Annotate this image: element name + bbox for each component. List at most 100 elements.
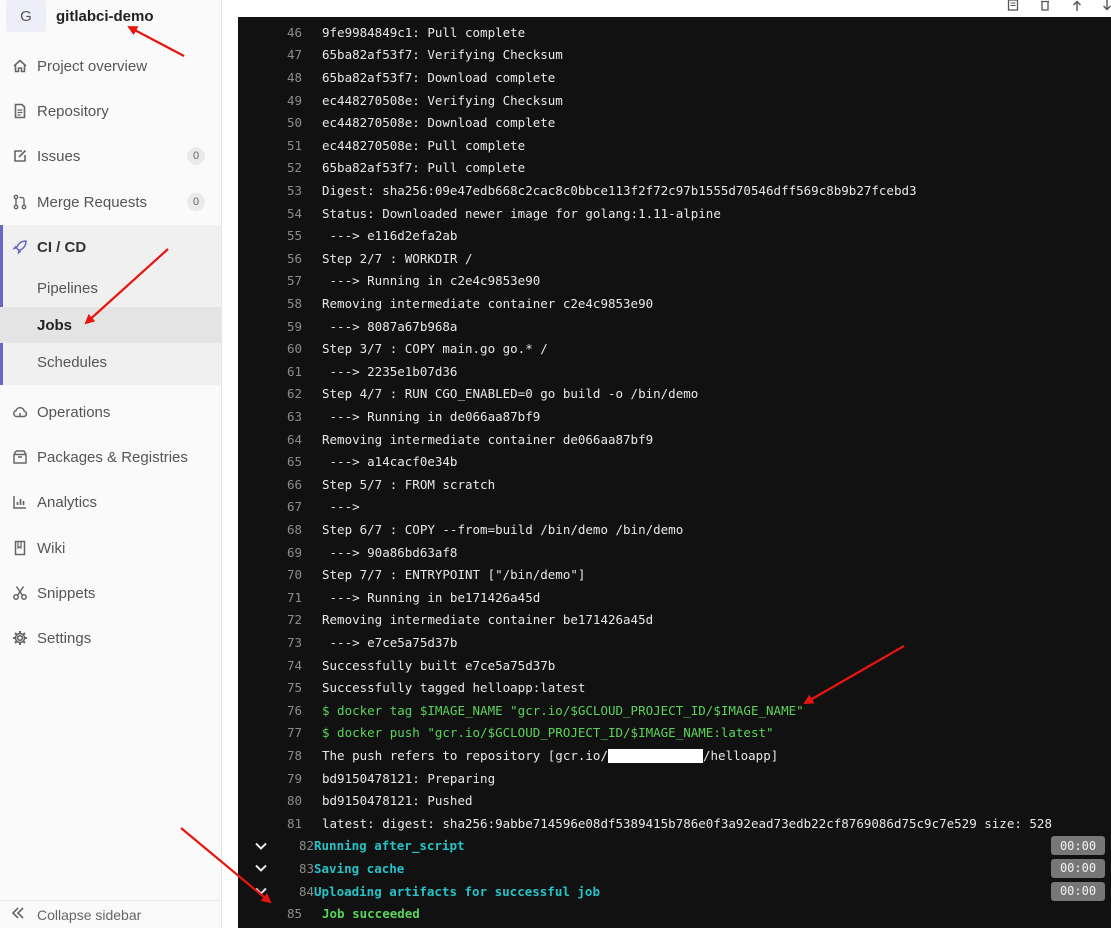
sidebar-item-repository[interactable]: Repository [0, 91, 221, 131]
log-line-number[interactable]: 69 [278, 545, 302, 560]
scroll-top-icon[interactable] [1070, 0, 1084, 12]
project-avatar[interactable]: G [6, 0, 46, 32]
sidebar-subitem-pipelines[interactable]: Pipelines [0, 270, 221, 306]
log-line-number[interactable]: 60 [278, 341, 302, 356]
log-line-text: ---> a14cacf0e34b [322, 454, 458, 470]
log-line-number[interactable]: 65 [278, 454, 302, 469]
log-section-header[interactable]: 83 Saving cache 00:00 [238, 857, 1111, 880]
sidebar-item-label: Snippets [37, 584, 96, 602]
sidebar-item-wiki[interactable]: Wiki [0, 528, 221, 568]
scroll-bottom-icon[interactable] [1100, 0, 1111, 12]
sidebar-item-analytics[interactable]: Analytics [0, 482, 221, 522]
log-line: 62 Step 4/7 : RUN CGO_ENABLED=0 go build … [238, 383, 1111, 406]
log-line: 50 ec448270508e: Download complete [238, 111, 1111, 134]
log-line-number[interactable]: 57 [278, 273, 302, 288]
log-line-number[interactable]: 67 [278, 499, 302, 514]
log-line-text: ---> Running in de066aa87bf9 [322, 408, 541, 424]
log-line-number[interactable]: 61 [278, 364, 302, 379]
sidebar-item-label: Settings [37, 629, 92, 647]
chevron-down-icon[interactable] [254, 861, 268, 875]
redacted-project-id [607, 749, 703, 764]
log-line: 58 Removing intermediate container c2e4c9… [238, 292, 1111, 315]
log-line-number[interactable]: 55 [278, 228, 302, 243]
log-line-number[interactable]: 75 [278, 680, 302, 695]
log-line-text: Removing intermediate container be171426… [322, 612, 654, 628]
log-line-number[interactable]: 58 [278, 296, 302, 311]
log-line-number[interactable]: 84 [290, 884, 314, 899]
log-line-number[interactable]: 50 [278, 115, 302, 130]
sidebar-item-label: Operations [37, 403, 111, 421]
log-line-number[interactable]: 79 [278, 771, 302, 786]
log-line-number[interactable]: 49 [278, 93, 302, 108]
log-line-text: Removing intermediate container de066aa8… [322, 431, 654, 447]
log-line-number[interactable]: 56 [278, 251, 302, 266]
sidebar-subitem-jobs[interactable]: Jobs [0, 307, 221, 343]
log-line-number[interactable]: 77 [278, 725, 302, 740]
sidebar-item-packages-registries[interactable]: Packages & Registries [0, 437, 221, 477]
log-line-number[interactable]: 51 [278, 138, 302, 153]
log-line-number[interactable]: 72 [278, 612, 302, 627]
sidebar-subitem-schedules[interactable]: Schedules [0, 344, 221, 380]
collapse-sidebar-button[interactable]: Collapse sidebar [0, 900, 221, 928]
log-line: 55 ---> e116d2efa2ab [238, 224, 1111, 247]
sidebar-item-label: Issues [37, 147, 81, 165]
sidebar-item-operations[interactable]: Operations [0, 392, 221, 432]
chart-icon [11, 493, 29, 511]
sidebar-item-ci-cd[interactable]: CI / CD [0, 227, 221, 267]
log-line-number[interactable]: 80 [278, 793, 302, 808]
log-line-number[interactable]: 52 [278, 160, 302, 175]
log-line-number[interactable]: 85 [278, 906, 302, 921]
chevron-down-icon[interactable] [254, 884, 268, 898]
log-line-text: $ docker push "gcr.io/$GCLOUD_PROJECT_ID… [322, 725, 774, 741]
log-line-number[interactable]: 82 [290, 838, 314, 853]
log-line-number[interactable]: 63 [278, 409, 302, 424]
log-line: 54 Status: Downloaded newer image for gol… [238, 202, 1111, 225]
log-line-number[interactable]: 74 [278, 658, 302, 673]
document-icon [11, 102, 29, 120]
section-duration-badge: 00:00 [1051, 881, 1105, 901]
log-line-number[interactable]: 46 [278, 25, 302, 40]
log-line: 67 ---> [238, 496, 1111, 519]
log-line-text: Step 4/7 : RUN CGO_ENABLED=0 go build -o… [322, 386, 699, 402]
log-line-number[interactable]: 66 [278, 477, 302, 492]
sidebar-item-issues[interactable]: Issues 0 [0, 136, 221, 176]
log-line-text: 65ba82af53f7: Pull complete [322, 160, 526, 176]
log-line-number[interactable]: 48 [278, 70, 302, 85]
sidebar-item-merge-requests[interactable]: Merge Requests 0 [0, 182, 221, 222]
log-line-number[interactable]: 70 [278, 567, 302, 582]
log-line-number[interactable]: 73 [278, 635, 302, 650]
log-line-number[interactable]: 59 [278, 319, 302, 334]
log-line-number[interactable]: 64 [278, 432, 302, 447]
log-line-number[interactable]: 81 [278, 816, 302, 831]
project-header[interactable]: G gitlabci-demo [6, 0, 216, 32]
log-line-text: ---> Running in c2e4c9853e90 [322, 273, 541, 289]
log-line: 46 9fe9984849c1: Pull complete [238, 21, 1111, 44]
log-line-text: Status: Downloaded newer image for golan… [322, 205, 721, 221]
log-line-number[interactable]: 53 [278, 183, 302, 198]
sidebar-item-label: Project overview [37, 57, 148, 75]
sidebar-item-project-overview[interactable]: Project overview [0, 46, 221, 86]
project-name[interactable]: gitlabci-demo [56, 8, 154, 25]
sidebar-item-settings[interactable]: Settings [0, 618, 221, 658]
log-section-header[interactable]: 82 Running after_script 00:00 [238, 835, 1111, 858]
section-duration-badge: 00:00 [1051, 858, 1105, 878]
erase-log-icon[interactable] [1038, 0, 1052, 12]
log-line-number[interactable]: 68 [278, 522, 302, 537]
sidebar-item-snippets[interactable]: Snippets [0, 573, 221, 613]
log-line-text: 9fe9984849c1: Pull complete [322, 24, 526, 40]
log-line-number[interactable]: 76 [278, 703, 302, 718]
log-line-number[interactable]: 71 [278, 590, 302, 605]
log-section-header[interactable]: 84 Uploading artifacts for successful job… [238, 880, 1111, 903]
chevron-down-icon[interactable] [254, 839, 268, 853]
log-line-number[interactable]: 54 [278, 206, 302, 221]
log-line-text: ---> 8087a67b968a [322, 318, 458, 334]
log-line-text: bd9150478121: Pushed [322, 793, 473, 809]
raw-log-icon[interactable] [1006, 0, 1020, 12]
log-line-text: The push refers to repository [gcr.io//h… [322, 747, 779, 764]
log-line-number[interactable]: 83 [290, 861, 314, 876]
log-line-number[interactable]: 47 [278, 47, 302, 62]
log-line-number[interactable]: 62 [278, 386, 302, 401]
log-line: 61 ---> 2235e1b07d36 [238, 360, 1111, 383]
log-section-title: Running after_script [314, 838, 465, 854]
sidebar-item-label: Wiki [37, 539, 66, 557]
